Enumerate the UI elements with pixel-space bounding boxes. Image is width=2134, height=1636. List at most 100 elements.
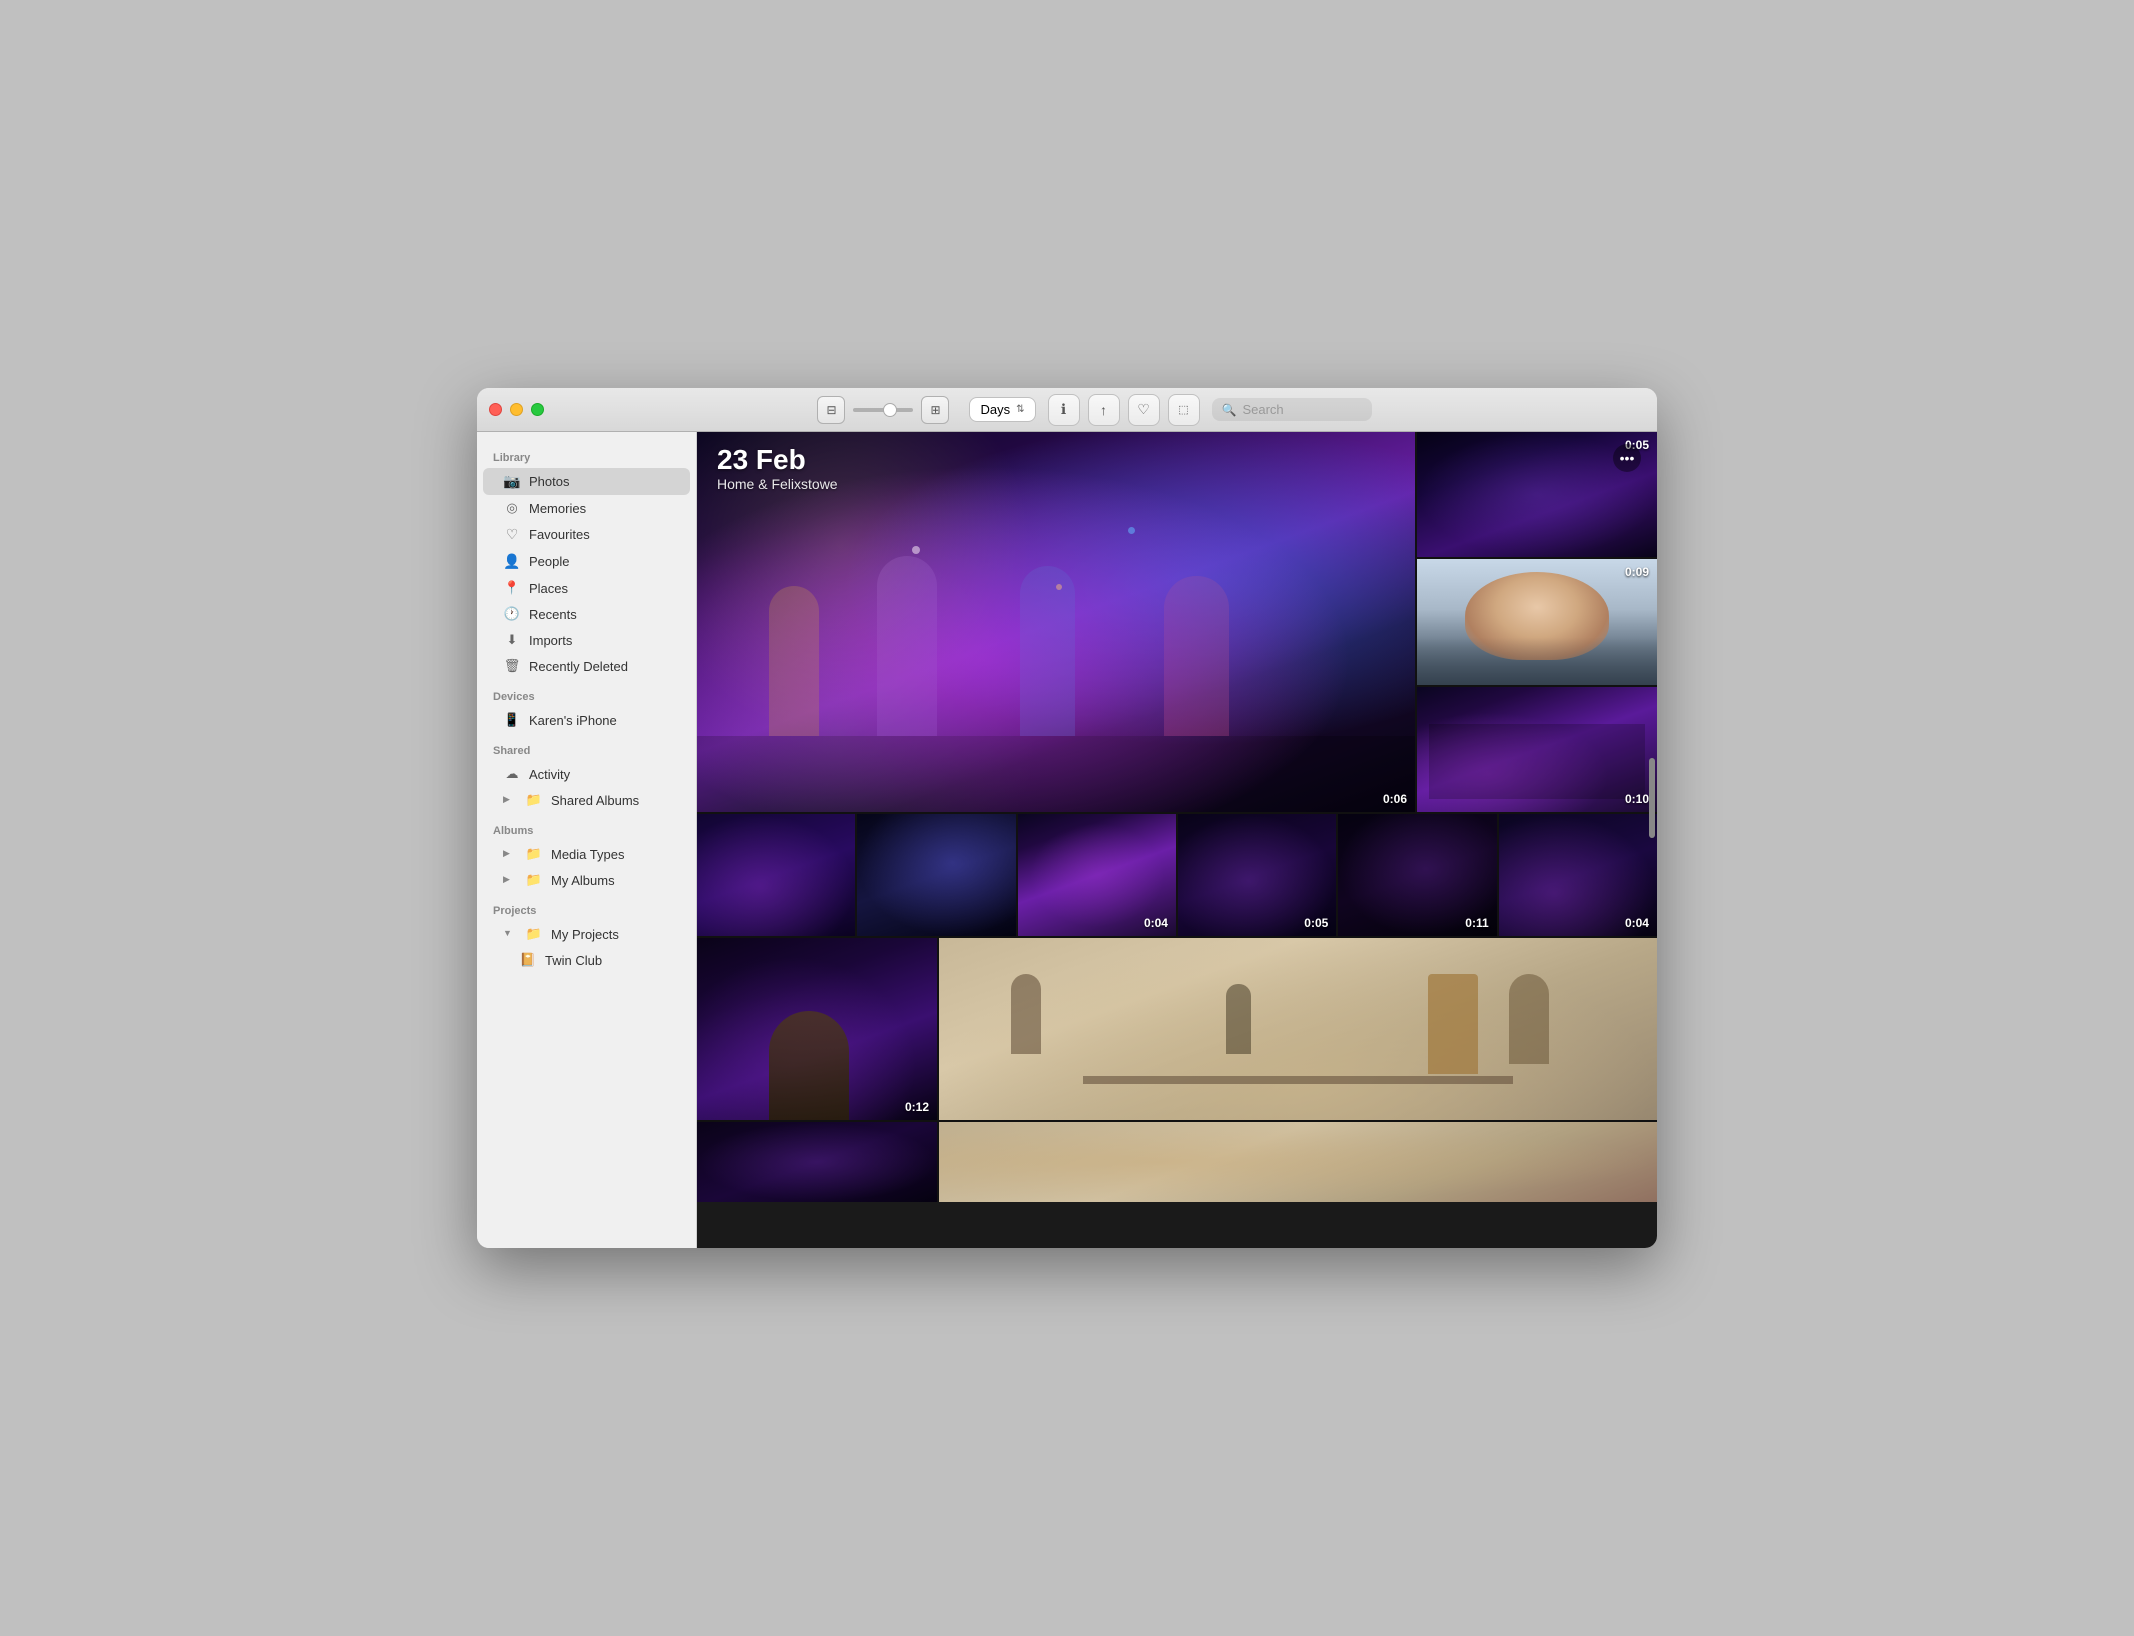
- scrollbar[interactable]: [1649, 432, 1655, 1248]
- albums-section-header: Albums: [477, 813, 696, 841]
- photo-cell-tr3[interactable]: 0:10: [1417, 687, 1657, 812]
- my-projects-icon: 📁: [525, 926, 543, 942]
- my-albums-icon: 📁: [525, 872, 543, 888]
- photo-cell-r2-3[interactable]: 0:04: [1018, 814, 1176, 936]
- library-section-header: Library: [477, 440, 696, 468]
- sidebar-people-label: People: [529, 554, 674, 569]
- sidebar: Library 📷 Photos ◎ Memories ♡ Favourites…: [477, 432, 697, 1248]
- search-icon: 🔍: [1222, 403, 1237, 417]
- heart-icon: ♡: [1137, 401, 1150, 418]
- maximize-button[interactable]: [531, 403, 544, 416]
- iphone-icon: 📱: [503, 712, 521, 728]
- favourites-icon: ♡: [503, 526, 521, 543]
- favourite-button[interactable]: ♡: [1128, 394, 1160, 426]
- sidebar-media-types-label: Media Types: [551, 847, 674, 862]
- window-controls: ⊟ ⊞: [817, 396, 949, 424]
- view-mode-dropdown[interactable]: Days ⇅: [969, 397, 1035, 422]
- more-options-button[interactable]: •••: [1613, 444, 1641, 472]
- share-button[interactable]: ↑: [1088, 394, 1120, 426]
- photo-cell-r2-5[interactable]: 0:11: [1338, 814, 1496, 936]
- recents-icon: 🕐: [503, 606, 521, 622]
- video-duration-tr3: 0:10: [1625, 792, 1649, 806]
- photo-cell-r2-1[interactable]: [697, 814, 855, 936]
- sidebar-item-twin-club[interactable]: 📔 Twin Club: [483, 947, 690, 973]
- sidebar-item-recently-deleted[interactable]: 🗑 Recently Deleted: [483, 653, 690, 679]
- video-duration-r2-3: 0:04: [1144, 916, 1168, 930]
- photo-cell-r2-2[interactable]: [857, 814, 1015, 936]
- shared-albums-icon: 📁: [525, 792, 543, 808]
- sidebar-imports-label: Imports: [529, 633, 674, 648]
- video-duration-r2-6: 0:04: [1625, 916, 1649, 930]
- sidebar-recents-label: Recents: [529, 607, 674, 622]
- sidebar-recently-deleted-label: Recently Deleted: [529, 659, 674, 674]
- photos-icon: 📷: [503, 473, 521, 490]
- people-icon: 👤: [503, 553, 521, 570]
- memories-icon: ◎: [503, 500, 521, 516]
- sidebar-item-places[interactable]: 📍 Places: [483, 575, 690, 601]
- sidebar-item-activity[interactable]: ☁ Activity: [483, 761, 690, 787]
- sidebar-item-shared-albums[interactable]: ▶ 📁 Shared Albums: [483, 787, 690, 813]
- sidebar-item-my-projects[interactable]: ▼ 📁 My Projects: [483, 921, 690, 947]
- imports-icon: ⬇: [503, 632, 521, 648]
- media-types-icon: 📁: [525, 846, 543, 862]
- sidebar-item-karens-iphone[interactable]: 📱 Karen's iPhone: [483, 707, 690, 733]
- my-projects-expand-icon: ▼: [503, 928, 515, 940]
- photo-grid-container[interactable]: 23 Feb Home & Felixstowe •••: [697, 432, 1657, 1248]
- shared-albums-expand-icon: ▶: [503, 794, 515, 806]
- sidebar-activity-label: Activity: [529, 767, 674, 782]
- sidebar-item-people[interactable]: 👤 People: [483, 548, 690, 575]
- toolbar-icons: ℹ ↑ ♡ ⬚: [1048, 394, 1200, 426]
- date-header: 23 Feb Home & Felixstowe: [717, 444, 838, 492]
- video-duration-r2-4: 0:05: [1304, 916, 1328, 930]
- sidebar-my-albums-label: My Albums: [551, 873, 674, 888]
- fullscreen-button[interactable]: ⊞: [921, 396, 949, 424]
- photo-cell-r2-6[interactable]: 0:04: [1499, 814, 1657, 936]
- sidebar-my-projects-label: My Projects: [551, 927, 674, 942]
- sidebar-item-my-albums[interactable]: ▶ 📁 My Albums: [483, 867, 690, 893]
- view-mode-label: Days: [980, 402, 1010, 417]
- shared-section-header: Shared: [477, 733, 696, 761]
- photo-cell-r2-4[interactable]: 0:05: [1178, 814, 1336, 936]
- titlebar: ⊟ ⊞ Days ⇅ ℹ ↑ ♡: [477, 388, 1657, 432]
- media-types-expand-icon: ▶: [503, 848, 515, 860]
- sidebar-twin-club-label: Twin Club: [545, 953, 674, 968]
- date-day-label: 23 Feb: [717, 444, 838, 476]
- sidebar-item-media-types[interactable]: ▶ 📁 Media Types: [483, 841, 690, 867]
- sidebar-item-recents[interactable]: 🕐 Recents: [483, 601, 690, 627]
- info-button[interactable]: ℹ: [1048, 394, 1080, 426]
- photo-cell-r4-1[interactable]: [697, 1122, 937, 1202]
- zoom-slider-thumb[interactable]: [883, 403, 897, 417]
- scrollbar-thumb[interactable]: [1649, 758, 1655, 838]
- video-duration-tr2: 0:09: [1625, 565, 1649, 579]
- sidebar-places-label: Places: [529, 581, 674, 596]
- recently-deleted-icon: 🗑: [503, 658, 521, 674]
- sidebar-toggle-button[interactable]: ⊟: [817, 396, 845, 424]
- sidebar-photos-label: Photos: [529, 474, 674, 489]
- search-input[interactable]: [1242, 402, 1362, 417]
- search-bar[interactable]: 🔍: [1212, 398, 1372, 421]
- minimize-button[interactable]: [510, 403, 523, 416]
- sidebar-memories-label: Memories: [529, 501, 674, 516]
- photo-cell-r3-1[interactable]: 0:12: [697, 938, 937, 1120]
- photo-cell-tr2[interactable]: 0:09: [1417, 559, 1657, 684]
- photo-cell-r3-2[interactable]: [939, 938, 1657, 1120]
- sidebar-item-memories[interactable]: ◎ Memories: [483, 495, 690, 521]
- video-duration-r3-1: 0:12: [905, 1100, 929, 1114]
- photo-cell-r4-2[interactable]: [939, 1122, 1657, 1202]
- sidebar-item-imports[interactable]: ⬇ Imports: [483, 627, 690, 653]
- sidebar-karens-iphone-label: Karen's iPhone: [529, 713, 674, 728]
- sidebar-item-photos[interactable]: 📷 Photos: [483, 468, 690, 495]
- export-button[interactable]: ⬚: [1168, 394, 1200, 426]
- video-duration-r2-5: 0:11: [1465, 916, 1488, 930]
- dropdown-arrows-icon: ⇅: [1016, 404, 1024, 415]
- date-location-label: Home & Felixstowe: [717, 476, 838, 492]
- titlebar-center: ⊟ ⊞ Days ⇅ ℹ ↑ ♡: [544, 394, 1645, 426]
- twin-club-icon: 📔: [519, 952, 537, 968]
- share-icon: ↑: [1100, 402, 1107, 418]
- sidebar-shared-albums-label: Shared Albums: [551, 793, 674, 808]
- devices-section-header: Devices: [477, 679, 696, 707]
- sidebar-favourites-label: Favourites: [529, 527, 674, 542]
- close-button[interactable]: [489, 403, 502, 416]
- sidebar-item-favourites[interactable]: ♡ Favourites: [483, 521, 690, 548]
- traffic-lights: [489, 403, 544, 416]
